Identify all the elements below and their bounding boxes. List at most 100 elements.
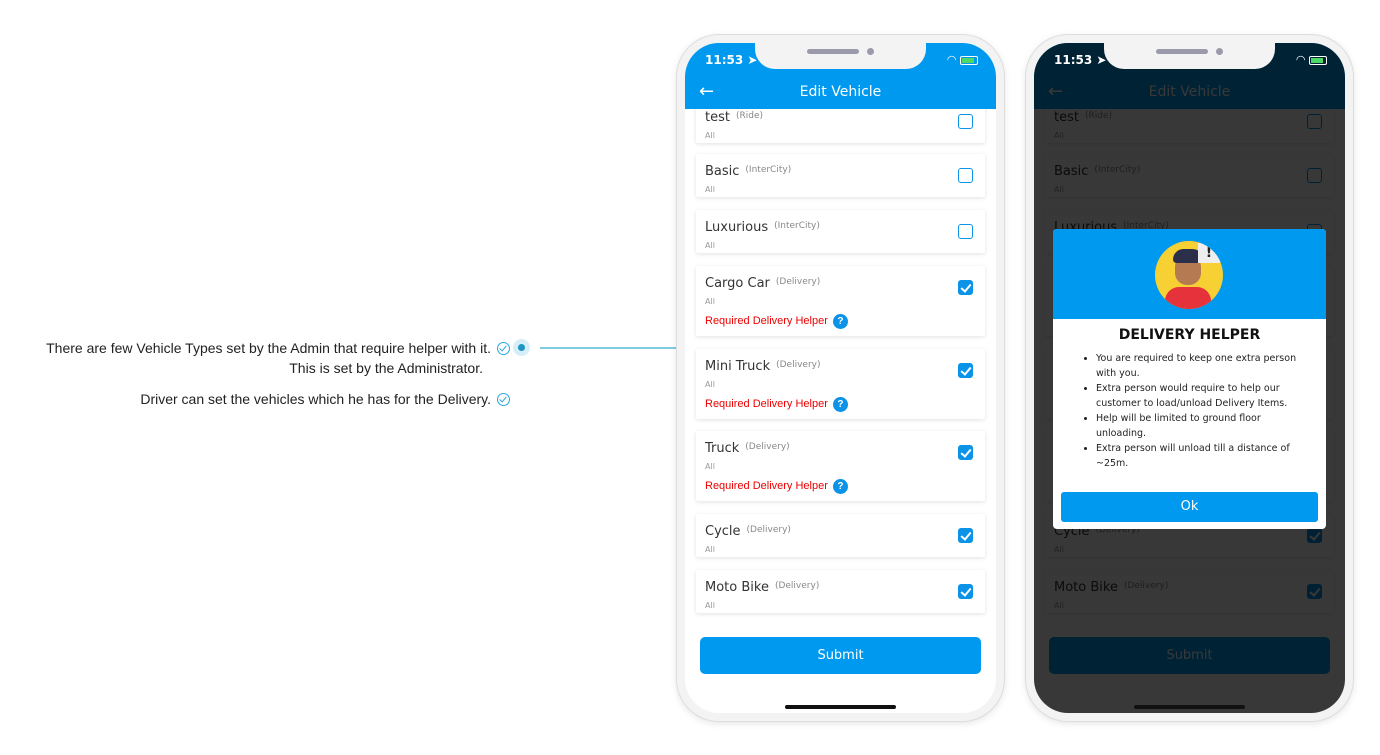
- submit-button[interactable]: Submit: [700, 637, 981, 674]
- vehicle-checkbox[interactable]: [958, 528, 973, 543]
- check-circle-icon: [497, 392, 510, 406]
- vehicle-sub: All: [705, 185, 715, 194]
- dialog-bullet: Extra person will unload till a distance…: [1096, 441, 1306, 471]
- dialog-header: !: [1053, 229, 1326, 319]
- vehicle-sub: All: [705, 601, 715, 610]
- vehicle-name-text: Mini Truck: [705, 359, 771, 374]
- vehicle-name-text: Cycle: [705, 524, 741, 539]
- status-icons: ◠: [947, 53, 978, 66]
- time-text: 11:53: [705, 53, 744, 67]
- vehicle-category: (Delivery): [745, 442, 790, 452]
- vehicle-category: (Delivery): [746, 525, 791, 535]
- note-line3: Driver can set the vehicles which he has…: [140, 391, 491, 407]
- vehicle-category: (Delivery): [775, 277, 821, 287]
- page-title: Edit Vehicle: [799, 84, 882, 100]
- vehicle-item[interactable]: Mini Truck (Delivery) All Required Delive…: [696, 349, 985, 419]
- camera: [1216, 48, 1223, 55]
- vehicle-category: (Ride): [735, 111, 763, 121]
- help-icon[interactable]: ?: [832, 479, 848, 494]
- vehicle-sub: All: [705, 380, 715, 389]
- time-text: 11:53: [1054, 53, 1093, 67]
- vehicle-name-text: test: [705, 110, 730, 125]
- vehicle-category: (InterCity): [745, 165, 792, 175]
- alert-bubble-icon: !: [1198, 243, 1220, 263]
- note-line2: This is set by the Administrator.: [289, 360, 483, 376]
- battery-icon: [960, 55, 978, 65]
- help-icon[interactable]: ?: [832, 314, 848, 329]
- helper-text: Required Delivery Helper: [705, 398, 828, 410]
- notch: [1104, 43, 1275, 69]
- phone-edit-vehicle: 11:53 ➤ ◠ ← Edit Vehicle test (Ride) All …: [677, 35, 1004, 721]
- vehicle-sub: All: [705, 131, 715, 140]
- vehicle-item[interactable]: Cycle (Delivery) All: [696, 514, 985, 557]
- vehicle-checkbox[interactable]: [958, 363, 973, 378]
- status-time: 11:53 ➤: [705, 53, 757, 67]
- note-line1: There are few Vehicle Types set by the A…: [46, 340, 491, 356]
- vehicle-item[interactable]: Basic (InterCity) All: [696, 154, 985, 197]
- phone-screen: 11:53 ➤ ◠ ← Edit Vehicle test(Ride) All …: [1034, 43, 1345, 713]
- help-icon[interactable]: ?: [832, 397, 848, 412]
- vehicle-checkbox[interactable]: [958, 168, 973, 183]
- home-indicator: [785, 705, 896, 709]
- vehicle-item[interactable]: Truck (Delivery) All Required Delivery He…: [696, 431, 985, 501]
- required-helper-label: Required Delivery Helper?: [705, 397, 848, 412]
- wifi-icon: ◠: [946, 53, 957, 66]
- vehicle-checkbox[interactable]: [958, 584, 973, 599]
- vehicle-item[interactable]: Cargo Car (Delivery) All Required Deliver…: [696, 266, 985, 336]
- vehicle-item[interactable]: Luxurious (InterCity) All: [696, 210, 985, 253]
- vehicle-name-text: Moto Bike: [705, 580, 769, 595]
- helper-text: Required Delivery Helper: [705, 480, 828, 492]
- vehicle-name-text: Basic: [705, 164, 740, 179]
- dialog-bullet: You are required to keep one extra perso…: [1096, 351, 1306, 381]
- phone-screen: 11:53 ➤ ◠ ← Edit Vehicle test(Ride) All …: [685, 43, 996, 713]
- vehicle-name-text: Cargo Car: [705, 276, 770, 291]
- vehicle-category: (Delivery): [774, 581, 820, 591]
- delivery-helper-dialog: ! DELIVERY HELPER You are required to ke…: [1053, 229, 1326, 529]
- dialog-bullets: You are required to keep one extra perso…: [1096, 351, 1306, 471]
- check-circle-icon: [497, 341, 510, 355]
- vehicle-name: Luxurious (InterCity): [705, 220, 820, 235]
- wifi-icon: ◠: [1295, 53, 1306, 66]
- avatar-illustration: !: [1155, 241, 1223, 309]
- dialog-bullet: Help will be limited to ground floor unl…: [1096, 411, 1306, 441]
- hotspot-marker: [513, 339, 530, 356]
- dialog-title: DELIVERY HELPER: [1118, 327, 1261, 343]
- vehicle-name: Truck (Delivery): [705, 441, 790, 456]
- vehicle-sub: All: [705, 462, 715, 471]
- vehicle-name: Mini Truck (Delivery): [705, 359, 821, 374]
- status-icons: ◠: [1296, 53, 1327, 66]
- speaker: [807, 49, 859, 54]
- vehicle-category: (Delivery): [776, 360, 821, 370]
- ok-button[interactable]: Ok: [1061, 492, 1318, 522]
- vehicle-checkbox[interactable]: [958, 114, 973, 129]
- vehicle-name: Cargo Car (Delivery): [705, 276, 820, 291]
- vehicle-sub: All: [705, 297, 715, 306]
- connector-line: [540, 347, 678, 349]
- vehicle-name-text: Luxurious: [705, 220, 769, 235]
- vehicle-name: test (Ride): [705, 110, 763, 125]
- vehicle-category: (InterCity): [774, 221, 820, 231]
- home-indicator: [1134, 705, 1245, 709]
- dialog-bullet: Extra person would require to help our c…: [1096, 381, 1306, 411]
- status-time: 11:53 ➤: [1054, 53, 1106, 67]
- vehicle-checkbox[interactable]: [958, 224, 973, 239]
- vehicle-sub: All: [705, 545, 715, 554]
- required-helper-label: Required Delivery Helper?: [705, 314, 848, 329]
- vehicle-name: Moto Bike (Delivery): [705, 580, 819, 595]
- vehicle-item[interactable]: Moto Bike (Delivery) All: [696, 570, 985, 613]
- vehicle-name: Basic (InterCity): [705, 164, 791, 179]
- notch: [755, 43, 926, 69]
- helper-text: Required Delivery Helper: [705, 315, 828, 327]
- vehicle-sub: All: [705, 241, 715, 250]
- phone-delivery-helper-dialog: 11:53 ➤ ◠ ← Edit Vehicle test(Ride) All …: [1026, 35, 1353, 721]
- note-helper: There are few Vehicle Types set by the A…: [20, 338, 510, 378]
- note-driver: Driver can set the vehicles which he has…: [20, 389, 510, 409]
- speaker: [1156, 49, 1208, 54]
- vehicle-checkbox[interactable]: [958, 280, 973, 295]
- required-helper-label: Required Delivery Helper?: [705, 479, 848, 494]
- vehicle-name-text: Truck: [705, 441, 740, 456]
- vehicle-name: Cycle (Delivery): [705, 524, 791, 539]
- battery-icon: [1309, 55, 1327, 65]
- vehicle-checkbox[interactable]: [958, 445, 973, 460]
- camera: [867, 48, 874, 55]
